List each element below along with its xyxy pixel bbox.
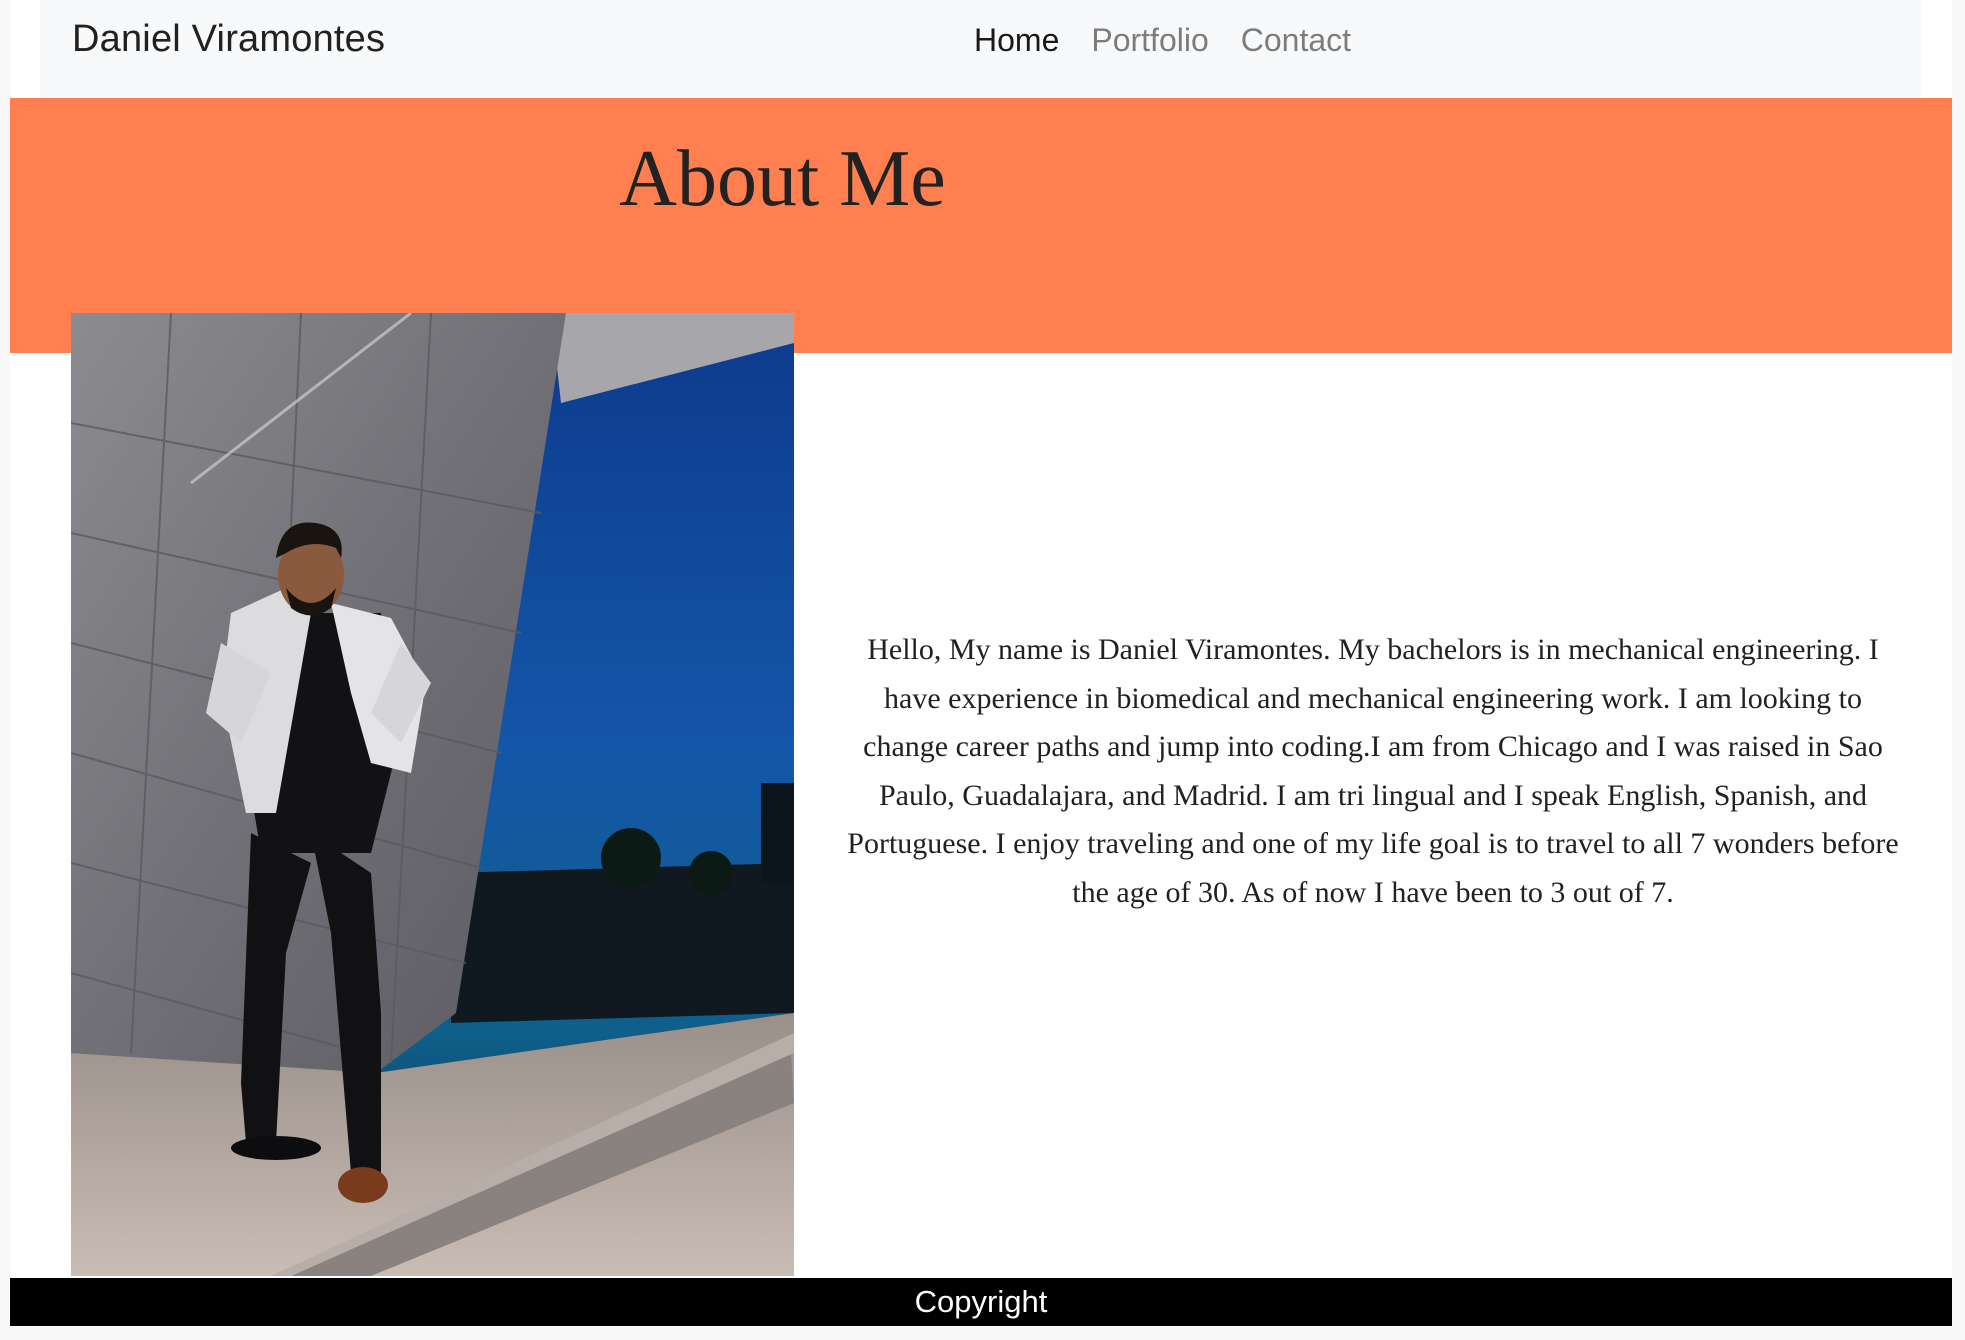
profile-photo-illustration (71, 313, 794, 1276)
profile-photo (71, 313, 794, 1276)
nav-contact-link[interactable]: Contact (1225, 22, 1367, 59)
nav-portfolio-link[interactable]: Portfolio (1075, 22, 1224, 59)
nav-links: Home Portfolio Contact (974, 22, 1367, 59)
nav-home-link[interactable]: Home (974, 22, 1075, 59)
copyright-text: Copyright (914, 1284, 1048, 1319)
page-title: About Me (619, 135, 946, 223)
bio-text: Hello, My name is Daniel Viramontes. My … (847, 633, 1899, 909)
navbar: Daniel Viramontes Home Portfolio Contact (40, 0, 1921, 98)
footer: Copyright (10, 1278, 1952, 1326)
brand-link[interactable]: Daniel Viramontes (72, 18, 385, 61)
page: Daniel Viramontes Home Portfolio Contact… (10, 0, 1952, 1327)
